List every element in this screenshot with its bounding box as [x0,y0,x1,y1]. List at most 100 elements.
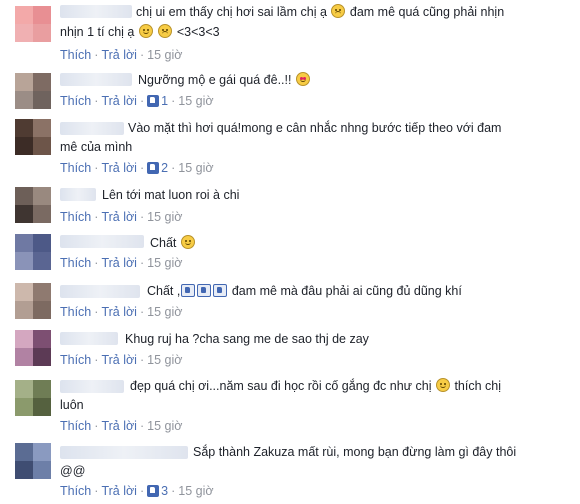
avatar[interactable] [15,187,51,223]
avatar[interactable] [15,443,51,479]
avatar-pixel [15,24,33,42]
avatar-pixel [15,234,33,252]
avatar-pixel [15,6,33,24]
commenter-name[interactable] [60,380,124,393]
avatar[interactable] [15,6,51,42]
timestamp[interactable]: 15 giờ [178,161,213,175]
like-link[interactable]: Thích [60,419,91,433]
timestamp[interactable]: 15 giờ [147,305,182,319]
avatar[interactable] [15,380,51,416]
comment-actions: Thích · Trả lời · 3 · 15 giờ [60,484,214,498]
like-link[interactable]: Thích [60,256,91,270]
avatar[interactable] [15,234,51,270]
avatar-pixel [33,119,51,137]
comment-text-line2: @@ [60,464,86,478]
avatar-pixel [15,252,33,270]
comment-text-line2: nhịn 1 tí chị ạ <3<3<3 [60,24,220,39]
timestamp[interactable]: 15 giờ [147,419,182,433]
commenter-name[interactable] [60,188,96,201]
commenter-name[interactable] [60,5,132,18]
like-count-icon [147,95,160,107]
avatar-pixel [15,187,33,205]
like-link[interactable]: Thích [60,484,91,498]
avatar-pixel [33,234,51,252]
avatar-pixel [33,73,51,91]
like-link[interactable]: Thích [60,353,91,367]
avatar-pixel [15,283,33,301]
timestamp[interactable]: 15 giờ [147,256,182,270]
comment-text: đẹp quá chị ơi...năm sau đi học rồi cố g… [130,378,501,393]
like-count-icon [147,162,160,174]
avatar-pixel [33,205,51,223]
avatar[interactable] [15,283,51,319]
reply-link[interactable]: Trả lời [101,210,137,224]
reply-link[interactable]: Trả lời [101,94,137,108]
comment-actions: Thích · Trả lời · 15 giờ [60,419,183,433]
reply-link[interactable]: Trả lời [101,305,137,319]
avatar-pixel [15,73,33,91]
comment-text-line2: luôn [60,398,84,412]
avatar[interactable] [15,119,51,155]
avatar-pixel [33,24,51,42]
like-link[interactable]: Thích [60,161,91,175]
like-count[interactable]: 2 [161,161,168,175]
timestamp[interactable]: 15 giờ [147,210,182,224]
reply-link[interactable]: Trả lời [101,419,137,433]
like-link[interactable]: Thích [60,210,91,224]
timestamp[interactable]: 15 giờ [147,48,182,62]
smile-emoji-icon [180,235,195,249]
avatar[interactable] [15,330,51,366]
reply-link[interactable]: Trả lời [101,256,137,270]
comment-actions: Thích · Trả lời · 15 giờ [60,210,183,224]
avatar-pixel [33,398,51,416]
commenter-name[interactable] [60,446,188,459]
comment-text: chị ui em thấy chị hơi sai lầm chị ạ đam… [136,4,505,19]
avatar-pixel [15,348,33,366]
commenter-name[interactable] [60,122,124,135]
sad-emoji-icon [331,4,346,18]
commenter-name[interactable] [60,285,140,298]
commenter-name[interactable] [60,332,118,345]
sad-emoji-icon [158,24,173,38]
commenter-name[interactable] [60,73,132,86]
comment-actions: Thích · Trả lời · 15 giờ [60,353,183,367]
smile-emoji-icon [435,378,450,392]
comment-text: Lên tới mat luon roi à chi [102,188,240,202]
like-link[interactable]: Thích [60,48,91,62]
reply-link[interactable]: Trả lời [101,484,137,498]
like-count[interactable]: 3 [161,484,168,498]
avatar-pixel [33,187,51,205]
like-count[interactable]: 1 [161,94,168,108]
comment-text: Sắp thành Zakuza mất rùi, mong bạn đừng … [193,445,517,459]
timestamp[interactable]: 15 giờ [178,94,213,108]
comment-actions: Thích · Trả lời · 1 · 15 giờ [60,94,214,108]
comment-text: Vào mặt thì hơi quá!mong e cân nhắc nhng… [128,121,502,135]
comment-actions: Thích · Trả lời · 15 giờ [60,256,183,270]
like-link[interactable]: Thích [60,94,91,108]
timestamp[interactable]: 15 giờ [147,353,182,367]
heart-eyes-emoji-icon [295,72,310,86]
reply-link[interactable]: Trả lời [101,161,137,175]
avatar-pixel [33,348,51,366]
commenter-name[interactable] [60,235,144,248]
comment-text: Ngưỡng mộ e gái quá đê..!! [138,70,311,90]
avatar-pixel [33,301,51,319]
comment-actions: Thích · Trả lời · 2 · 15 giờ [60,161,214,175]
avatar-pixel [33,137,51,155]
timestamp[interactable]: 15 giờ [178,484,213,498]
avatar-pixel [15,443,33,461]
avatar-pixel [33,461,51,479]
like-emoji-icon [213,284,228,297]
comment-text-line2: mê của mình [60,140,133,154]
avatar[interactable] [15,73,51,109]
avatar-pixel [15,137,33,155]
reply-link[interactable]: Trả lời [101,353,137,367]
comment-actions: Thích · Trả lời · 15 giờ [60,305,183,319]
like-emoji-icon [197,284,212,297]
avatar-pixel [15,205,33,223]
like-link[interactable]: Thích [60,305,91,319]
reply-link[interactable]: Trả lời [101,48,137,62]
comment-actions: Thích · Trả lời · 15 giờ [60,48,183,62]
avatar-pixel [33,443,51,461]
like-emoji-icon [181,284,196,297]
